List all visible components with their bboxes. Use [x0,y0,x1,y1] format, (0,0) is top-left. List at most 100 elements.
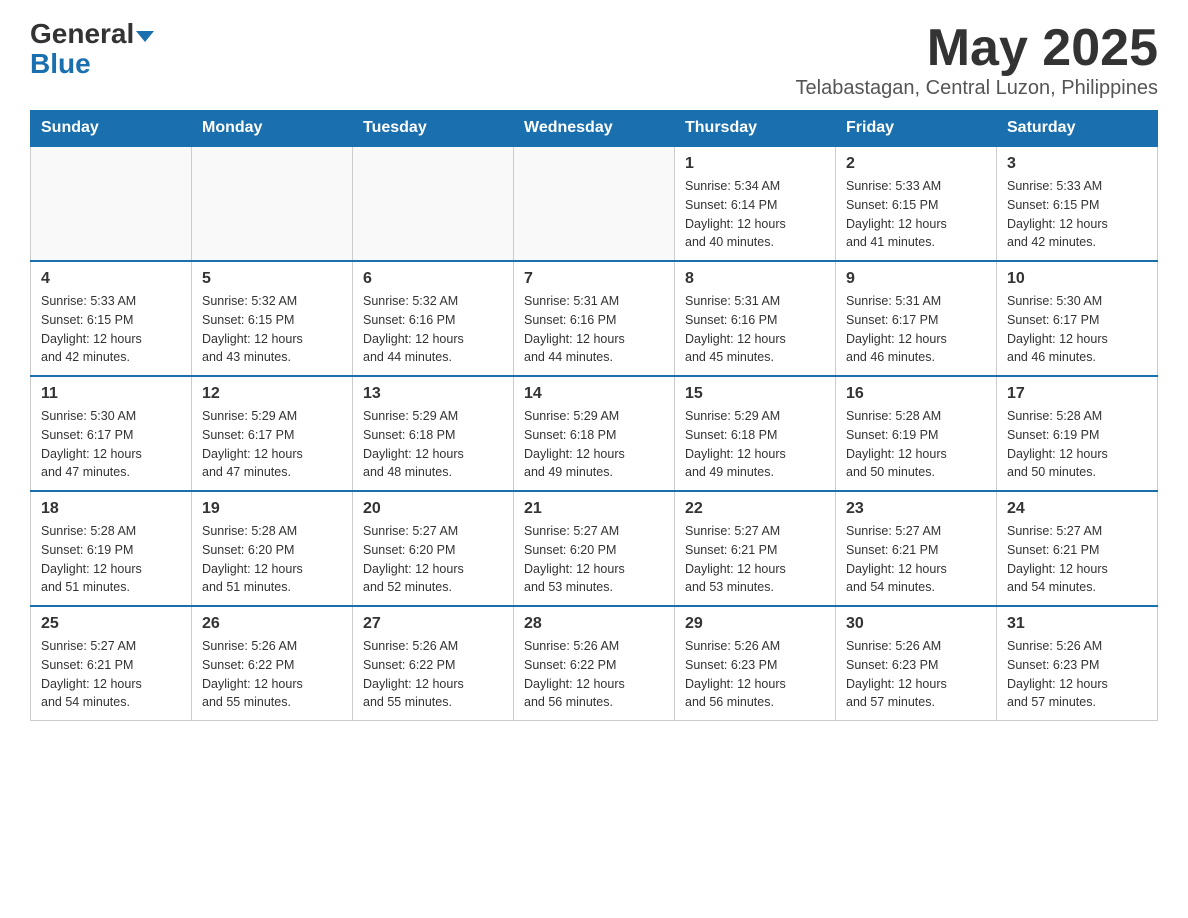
table-row: 10Sunrise: 5:30 AMSunset: 6:17 PMDayligh… [997,261,1158,376]
calendar-week-row: 18 Sunrise: 5:28 AMSunset: 6:19 PMDayligh… [31,491,1158,606]
table-row: 13 Sunrise: 5:29 AMSunset: 6:18 PMDayligh… [353,376,514,491]
day-number: 26 [202,615,342,633]
logo-general: General [30,20,134,48]
table-row: 22Sunrise: 5:27 AMSunset: 6:21 PMDayligh… [675,491,836,606]
day-number: 19 [202,500,342,518]
day-info: Sunrise: 5:27 AMSunset: 6:21 PMDaylight:… [41,637,181,712]
col-monday: Monday [192,111,353,147]
table-row: 14 Sunrise: 5:29 AMSunset: 6:18 PMDayligh… [514,376,675,491]
day-number: 7 [524,270,664,288]
table-row: 2 Sunrise: 5:33 AMSunset: 6:15 PMDaylight… [836,146,997,261]
logo-blue: Blue [30,48,91,80]
day-info: Sunrise: 5:26 AMSunset: 6:23 PMDaylight:… [685,637,825,712]
col-saturday: Saturday [997,111,1158,147]
day-number: 24 [1007,500,1147,518]
calendar-week-row: 4 Sunrise: 5:33 AMSunset: 6:15 PMDaylight… [31,261,1158,376]
day-info: Sunrise: 5:28 AMSunset: 6:20 PMDaylight:… [202,522,342,597]
day-number: 10 [1007,270,1147,288]
day-number: 1 [685,155,825,173]
table-row: 21Sunrise: 5:27 AMSunset: 6:20 PMDayligh… [514,491,675,606]
table-row [31,146,192,261]
title-block: May 2025 Telabastagan, Central Luzon, Ph… [796,20,1158,100]
day-number: 17 [1007,385,1147,403]
col-friday: Friday [836,111,997,147]
table-row: 30 Sunrise: 5:26 AMSunset: 6:23 PMDayligh… [836,606,997,721]
table-row [192,146,353,261]
table-row [353,146,514,261]
day-info: Sunrise: 5:33 AMSunset: 6:15 PMDaylight:… [1007,177,1147,252]
day-number: 13 [363,385,503,403]
day-number: 9 [846,270,986,288]
calendar-week-row: 1 Sunrise: 5:34 AMSunset: 6:14 PMDaylight… [31,146,1158,261]
day-number: 14 [524,385,664,403]
day-info: Sunrise: 5:26 AMSunset: 6:22 PMDaylight:… [363,637,503,712]
day-info: Sunrise: 5:33 AMSunset: 6:15 PMDaylight:… [846,177,986,252]
day-number: 8 [685,270,825,288]
table-row: 4 Sunrise: 5:33 AMSunset: 6:15 PMDaylight… [31,261,192,376]
month-title: May 2025 [796,20,1158,77]
day-info: Sunrise: 5:33 AMSunset: 6:15 PMDaylight:… [41,292,181,367]
table-row: 16Sunrise: 5:28 AMSunset: 6:19 PMDayligh… [836,376,997,491]
logo: General Blue [30,20,154,80]
day-info: Sunrise: 5:32 AMSunset: 6:16 PMDaylight:… [363,292,503,367]
table-row: 3 Sunrise: 5:33 AMSunset: 6:15 PMDaylight… [997,146,1158,261]
col-sunday: Sunday [31,111,192,147]
day-number: 15 [685,385,825,403]
calendar-table: Sunday Monday Tuesday Wednesday Thursday… [30,110,1158,721]
day-number: 23 [846,500,986,518]
day-info: Sunrise: 5:28 AMSunset: 6:19 PMDaylight:… [41,522,181,597]
day-info: Sunrise: 5:27 AMSunset: 6:21 PMDaylight:… [1007,522,1147,597]
table-row: 24 Sunrise: 5:27 AMSunset: 6:21 PMDayligh… [997,491,1158,606]
table-row: 12Sunrise: 5:29 AMSunset: 6:17 PMDayligh… [192,376,353,491]
day-info: Sunrise: 5:27 AMSunset: 6:21 PMDaylight:… [685,522,825,597]
table-row: 5Sunrise: 5:32 AMSunset: 6:15 PMDaylight… [192,261,353,376]
day-info: Sunrise: 5:26 AMSunset: 6:22 PMDaylight:… [202,637,342,712]
table-row: 15Sunrise: 5:29 AMSunset: 6:18 PMDayligh… [675,376,836,491]
day-number: 11 [41,385,181,403]
day-info: Sunrise: 5:31 AMSunset: 6:16 PMDaylight:… [524,292,664,367]
table-row: 1 Sunrise: 5:34 AMSunset: 6:14 PMDaylight… [675,146,836,261]
table-row: 29 Sunrise: 5:26 AMSunset: 6:23 PMDayligh… [675,606,836,721]
day-info: Sunrise: 5:26 AMSunset: 6:22 PMDaylight:… [524,637,664,712]
day-info: Sunrise: 5:29 AMSunset: 6:18 PMDaylight:… [524,407,664,482]
table-row: 18 Sunrise: 5:28 AMSunset: 6:19 PMDayligh… [31,491,192,606]
calendar-header-row: Sunday Monday Tuesday Wednesday Thursday… [31,111,1158,147]
day-number: 6 [363,270,503,288]
day-info: Sunrise: 5:31 AMSunset: 6:16 PMDaylight:… [685,292,825,367]
day-info: Sunrise: 5:29 AMSunset: 6:18 PMDaylight:… [363,407,503,482]
day-info: Sunrise: 5:27 AMSunset: 6:20 PMDaylight:… [363,522,503,597]
page-header: General Blue May 2025 Telabastagan, Cent… [30,20,1158,100]
day-number: 4 [41,270,181,288]
day-info: Sunrise: 5:27 AMSunset: 6:20 PMDaylight:… [524,522,664,597]
table-row: 23 Sunrise: 5:27 AMSunset: 6:21 PMDayligh… [836,491,997,606]
day-info: Sunrise: 5:27 AMSunset: 6:21 PMDaylight:… [846,522,986,597]
col-tuesday: Tuesday [353,111,514,147]
table-row: 25 Sunrise: 5:27 AMSunset: 6:21 PMDayligh… [31,606,192,721]
day-number: 25 [41,615,181,633]
table-row: 17 Sunrise: 5:28 AMSunset: 6:19 PMDayligh… [997,376,1158,491]
table-row: 11 Sunrise: 5:30 AMSunset: 6:17 PMDayligh… [31,376,192,491]
day-info: Sunrise: 5:31 AMSunset: 6:17 PMDaylight:… [846,292,986,367]
day-number: 27 [363,615,503,633]
day-number: 29 [685,615,825,633]
day-info: Sunrise: 5:26 AMSunset: 6:23 PMDaylight:… [846,637,986,712]
day-number: 18 [41,500,181,518]
calendar-week-row: 11 Sunrise: 5:30 AMSunset: 6:17 PMDayligh… [31,376,1158,491]
table-row: 31 Sunrise: 5:26 AMSunset: 6:23 PMDayligh… [997,606,1158,721]
table-row: 9 Sunrise: 5:31 AMSunset: 6:17 PMDaylight… [836,261,997,376]
day-number: 12 [202,385,342,403]
day-number: 31 [1007,615,1147,633]
day-number: 3 [1007,155,1147,173]
day-info: Sunrise: 5:28 AMSunset: 6:19 PMDaylight:… [1007,407,1147,482]
col-wednesday: Wednesday [514,111,675,147]
day-info: Sunrise: 5:26 AMSunset: 6:23 PMDaylight:… [1007,637,1147,712]
day-info: Sunrise: 5:30 AMSunset: 6:17 PMDaylight:… [41,407,181,482]
calendar-week-row: 25 Sunrise: 5:27 AMSunset: 6:21 PMDayligh… [31,606,1158,721]
day-info: Sunrise: 5:34 AMSunset: 6:14 PMDaylight:… [685,177,825,252]
table-row: 8 Sunrise: 5:31 AMSunset: 6:16 PMDaylight… [675,261,836,376]
table-row: 7 Sunrise: 5:31 AMSunset: 6:16 PMDaylight… [514,261,675,376]
table-row: 19 Sunrise: 5:28 AMSunset: 6:20 PMDayligh… [192,491,353,606]
day-number: 2 [846,155,986,173]
day-number: 30 [846,615,986,633]
table-row: 20Sunrise: 5:27 AMSunset: 6:20 PMDayligh… [353,491,514,606]
